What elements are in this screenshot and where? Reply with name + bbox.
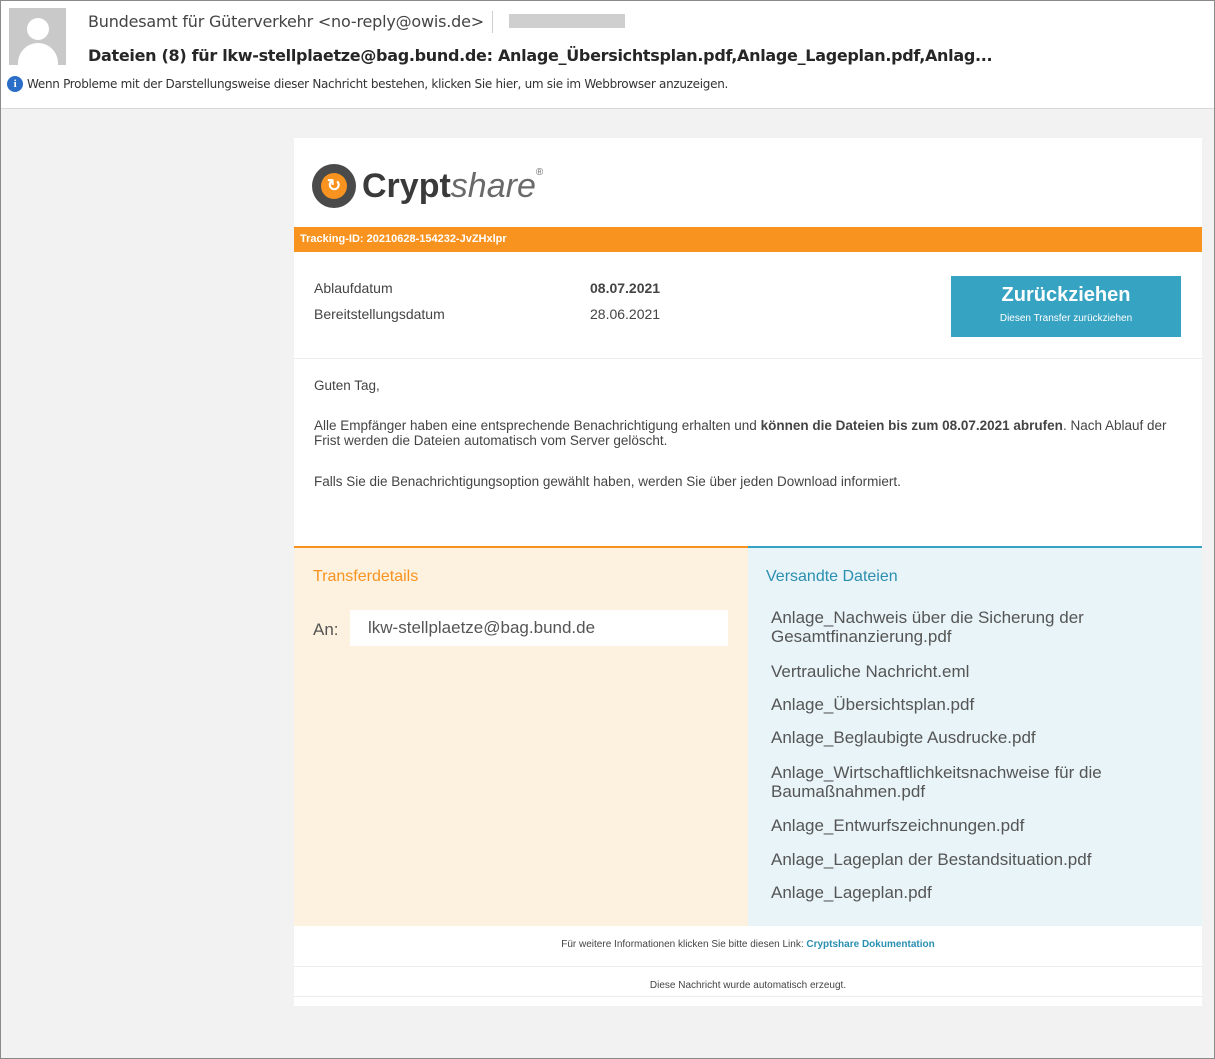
email-header: Bundesamt für Güterverkehr <no-reply@owi… xyxy=(1,1,1214,109)
withdraw-transfer-button[interactable]: Zurückziehen Diesen Transfer zurückziehe… xyxy=(951,276,1181,337)
header-separator xyxy=(492,11,493,33)
logo-registered-mark: ® xyxy=(535,166,544,178)
withdraw-button-subtitle: Diesen Transfer zurückziehen xyxy=(999,313,1133,324)
auto-generated-notice: Diese Nachricht wurde automatisch erzeug… xyxy=(649,980,847,991)
file-item: Anlage_Wirtschaftlichkeitsnachweise für … xyxy=(771,763,1102,801)
display-problem-infobar[interactable]: i Wenn Probleme mit der Darstellungsweis… xyxy=(7,76,728,92)
avatar-body-shape xyxy=(18,43,58,65)
footer-divider xyxy=(294,966,1202,967)
logo-word-bold: Crypt xyxy=(362,166,451,205)
file-item: Vertrauliche Nachricht.eml xyxy=(771,662,970,681)
email-subject: Dateien (8) für lkw-stellplaetze@bag.bun… xyxy=(88,46,993,65)
transfer-details-title: Transferdetails xyxy=(313,568,419,585)
cryptshare-logo-icon: ↻ xyxy=(312,164,356,208)
email-window: Bundesamt für Güterverkehr <no-reply@owi… xyxy=(0,0,1215,1059)
infobar-text[interactable]: Wenn Probleme mit der Darstellungsweise … xyxy=(27,77,728,91)
expiry-value: 08.07.2021 xyxy=(590,280,661,296)
footer-bottom-divider xyxy=(294,996,1202,997)
logo-arrow-glyph: ↻ xyxy=(321,173,347,199)
sender-name: Bundesamt für Güterverkehr <no-reply@owi… xyxy=(88,12,484,31)
provision-value: 28.06.2021 xyxy=(590,306,661,322)
file-item: Anlage_Beglaubigte Ausdrucke.pdf xyxy=(771,728,1036,747)
logo-wordmark: Cryptshare® xyxy=(362,167,543,206)
expiry-label: Ablaufdatum xyxy=(314,280,393,296)
file-item: Anlage_Entwurfszeichnungen.pdf xyxy=(771,816,1025,835)
footer-info: Für weitere Informationen klicken Sie bi… xyxy=(294,939,1202,950)
redacted-recipient xyxy=(509,14,625,28)
availability-text-start: Alle Empfänger haben eine entsprechende … xyxy=(314,418,761,433)
provision-label: Bereitstellungsdatum xyxy=(314,306,445,322)
availability-text-bold: können die Dateien bis zum 08.07.2021 ab… xyxy=(760,418,1063,433)
cryptshare-message-card: ↻ Cryptshare® Tracking-ID: 20210628-1542… xyxy=(294,138,1202,1006)
sent-files-title: Versandte Dateien xyxy=(766,568,898,585)
footer-info-text: Für weitere Informationen klicken Sie bi… xyxy=(561,939,807,950)
sender-avatar xyxy=(9,8,66,65)
cryptshare-docs-link[interactable]: Cryptshare Dokumentation xyxy=(806,939,934,950)
greeting: Guten Tag, xyxy=(314,378,380,393)
file-item: Anlage_Lageplan der Bestandsituation.pdf xyxy=(771,850,1092,869)
recipient-label: An: xyxy=(313,620,339,639)
transfer-details-panel: Transferdetails An: lkw-stellplaetze@bag… xyxy=(294,546,748,926)
info-icon: i xyxy=(7,76,23,92)
file-item: Anlage_Nachweis über die Sicherung der G… xyxy=(771,608,1084,646)
file-item: Anlage_Übersichtsplan.pdf xyxy=(771,695,975,714)
withdraw-button-title: Zurückziehen xyxy=(1001,284,1131,306)
notification-paragraph: Falls Sie die Benachrichtigungsoption ge… xyxy=(314,474,901,489)
availability-paragraph: Alle Empfänger haben eine entsprechende … xyxy=(314,418,1194,448)
file-item: Anlage_Lageplan.pdf xyxy=(771,883,932,902)
cryptshare-logo: ↻ Cryptshare® xyxy=(312,164,543,208)
recipient-field: lkw-stellplaetze@bag.bund.de xyxy=(350,610,728,646)
logo-word-italic: share xyxy=(450,166,536,205)
sent-files-panel: Versandte Dateien Anlage_Nachweis über d… xyxy=(748,546,1202,926)
tracking-id-bar: Tracking-ID: 20210628-154232-JvZHxlpr xyxy=(294,227,1202,252)
section-divider xyxy=(294,358,1202,359)
avatar-head-shape xyxy=(27,18,49,40)
